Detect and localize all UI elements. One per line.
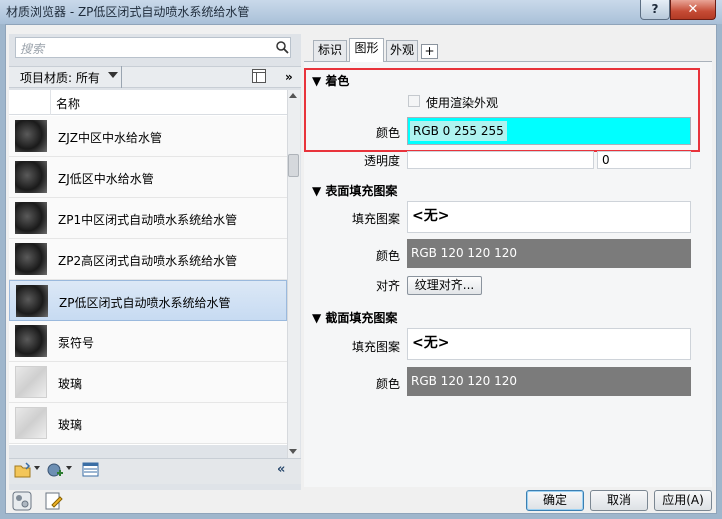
surface-pattern-label: 填充图案 [351,212,400,226]
expand-panel-icon[interactable]: » [285,70,293,84]
asset-browser-icon[interactable] [82,462,100,478]
apply-button[interactable]: 应用(A) [654,490,712,511]
cut-pattern-title: 截面填充图案 [325,311,398,325]
cut-pattern-label: 填充图案 [351,340,400,354]
help-button[interactable]: ? [640,0,670,20]
window-title: 材质浏览器 - ZP低区闭式自动喷水系统给水管 [6,5,250,19]
transparency-input[interactable]: 0 [597,151,691,169]
list-item[interactable]: ZP2高区闭式自动喷水系统给水管 [9,239,287,280]
surface-align-label: 对齐 [375,279,400,293]
cut-pattern-section-header[interactable]: ▼ 截面填充图案 [312,309,397,326]
material-thumbnail [16,285,48,317]
material-thumbnail [15,202,47,234]
material-name: ZP1中区闭式自动喷水系统给水管 [58,213,238,227]
material-name: ZP低区闭式自动喷水系统给水管 [59,296,231,310]
transparency-slider[interactable] [407,151,594,169]
cut-color-swatch[interactable]: RGB 120 120 120 [407,367,691,396]
collapse-triangle-icon[interactable]: ▼ [312,311,321,325]
cancel-button[interactable]: 取消 [590,490,648,511]
chevron-down-icon[interactable] [108,72,118,78]
collapse-triangle-icon[interactable]: ▼ [312,184,321,198]
search-icon[interactable] [275,40,289,54]
material-name: ZJZ中区中水给水管 [58,131,162,145]
tab-appearance[interactable]: 外观 [386,40,418,61]
material-name: 玻璃 [58,418,83,432]
list-item[interactable]: ZJZ中区中水给水管 [9,116,287,157]
list-item[interactable]: 泵符号 [9,321,287,362]
cut-pattern-selector[interactable]: <无> [407,328,691,360]
cut-color-label: 颜色 [375,377,400,391]
material-name: ZP2高区闭式自动喷水系统给水管 [58,254,238,268]
close-button[interactable]: ✕ [670,0,716,20]
material-thumbnail [15,120,47,152]
surface-color-swatch[interactable]: RGB 120 120 120 [407,239,691,268]
tab-identity[interactable]: 标识 [313,40,347,61]
ok-button[interactable]: 确定 [526,490,584,511]
search-placeholder: 搜索 [20,42,45,56]
material-thumbnail [15,243,47,275]
search-input[interactable] [15,37,291,58]
list-item[interactable]: 玻璃 [9,403,287,444]
library-menu-arrow-icon[interactable] [34,466,40,470]
material-thumbnail [15,161,47,193]
surface-pattern-title: 表面填充图案 [325,184,398,198]
material-filter-dropdown[interactable]: 项目材质: 所有 [20,69,100,86]
edit-icon[interactable] [44,491,64,511]
collapse-panel-icon[interactable]: « [277,462,286,477]
list-item[interactable]: 玻璃 [9,362,287,403]
breadcrumb-separator [121,66,127,88]
panel-layout-icon-divider [256,73,257,83]
list-item[interactable]: ZP1中区闭式自动喷水系统给水管 [9,198,287,239]
material-thumbnail [15,366,47,398]
add-tab-button[interactable]: + [421,44,438,59]
highlight-box [304,68,700,152]
texture-align-button[interactable]: 纹理对齐... [407,276,482,295]
column-header-name[interactable]: 名称 [56,95,80,112]
list-scrollbar[interactable] [287,90,300,458]
create-menu-arrow-icon[interactable] [66,466,72,470]
scroll-down-icon[interactable] [289,449,297,454]
tab-graphics[interactable]: 图形 [349,38,384,62]
scroll-up-icon[interactable] [289,93,297,98]
material-name: 泵符号 [58,336,95,350]
surface-color-label: 颜色 [375,249,400,263]
list-item[interactable]: ZJ低区中水给水管 [9,157,287,198]
header-column-divider [50,90,51,115]
material-name: ZJ低区中水给水管 [58,172,154,186]
material-editor-icon[interactable] [12,491,32,511]
material-thumbnail [15,407,47,439]
material-thumbnail [15,325,47,357]
material-name: 玻璃 [58,377,83,391]
scrollbar-thumb[interactable] [288,154,299,177]
list-item[interactable]: ZP低区闭式自动喷水系统给水管 [9,280,287,321]
surface-pattern-section-header[interactable]: ▼ 表面填充图案 [312,182,397,199]
create-material-icon[interactable] [46,462,64,478]
open-library-icon[interactable] [14,462,32,478]
panel-layout-icon-bar [253,72,265,73]
surface-pattern-selector[interactable]: <无> [407,201,691,233]
transparency-label: 透明度 [363,154,400,168]
